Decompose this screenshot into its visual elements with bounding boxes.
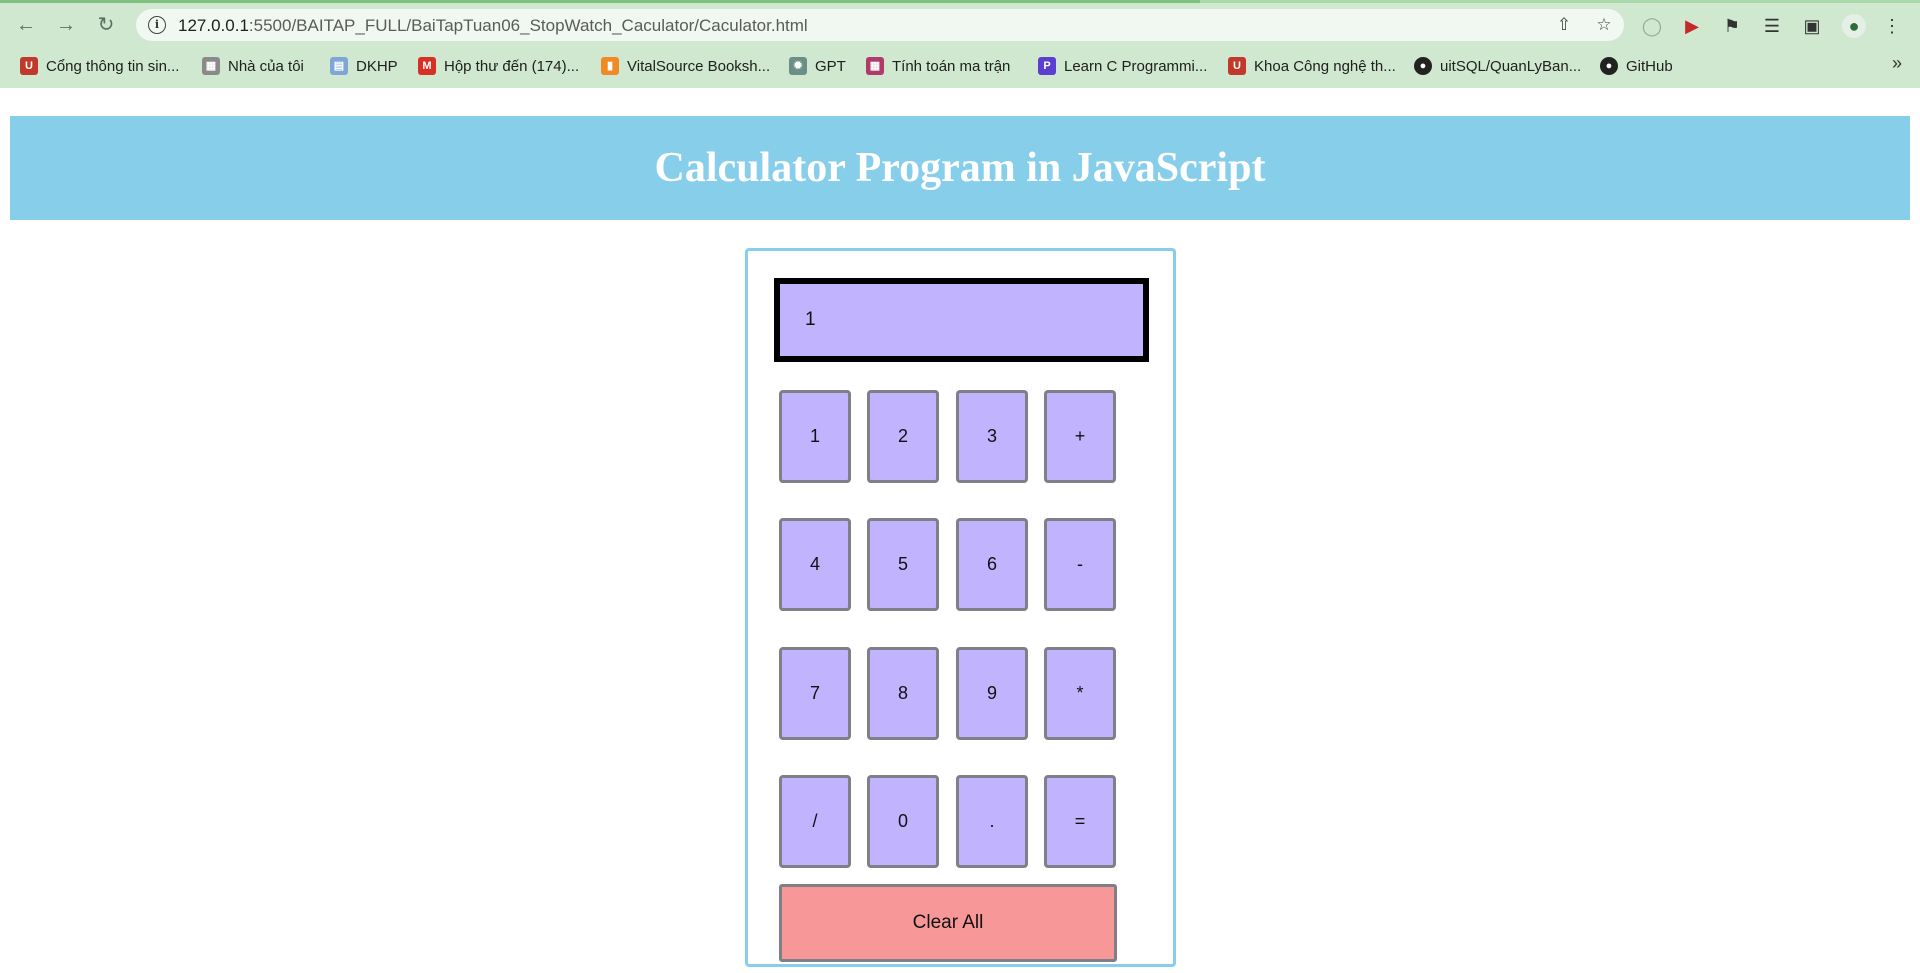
doc-icon: ▤ bbox=[330, 57, 348, 75]
clear-all-button[interactable]: Clear All bbox=[779, 884, 1117, 962]
bookmark-github[interactable]: ● GitHub bbox=[1600, 54, 1673, 78]
page-title: Calculator Program in JavaScript bbox=[654, 145, 1266, 191]
key-6[interactable]: 6 bbox=[956, 518, 1028, 611]
back-icon[interactable]: ← bbox=[12, 11, 40, 39]
key-minus[interactable]: - bbox=[1044, 518, 1116, 611]
side-panel-icon[interactable]: ▣ bbox=[1800, 14, 1824, 38]
key-0[interactable]: 0 bbox=[867, 775, 939, 868]
bookmark-tinh-toan-ma-tran[interactable]: ▦ Tính toán ma trận bbox=[866, 54, 1010, 78]
key-multiply[interactable]: * bbox=[1044, 647, 1116, 740]
tab-strip bbox=[0, 0, 1920, 3]
vitalsource-icon: ▮ bbox=[601, 57, 619, 75]
bookmark-label: DKHP bbox=[356, 57, 398, 75]
bookmark-star-icon[interactable]: ☆ bbox=[1594, 15, 1614, 35]
url-text[interactable]: 127.0.0.1:5500/BAITAP_FULL/BaiTapTuan06_… bbox=[178, 16, 808, 36]
extension-compass-icon[interactable]: ◯ bbox=[1640, 14, 1664, 38]
reload-icon[interactable]: ↻ bbox=[92, 11, 120, 39]
bookmark-dkhp[interactable]: ▤ DKHP bbox=[330, 54, 398, 78]
calculator-display[interactable]: 1 bbox=[774, 278, 1149, 362]
title-banner: Calculator Program in JavaScript bbox=[10, 116, 1910, 220]
bookmark-uitsql[interactable]: ● uitSQL/QuanLyBan... bbox=[1414, 54, 1581, 78]
bookmark-label: Khoa Công nghệ th... bbox=[1254, 57, 1396, 75]
bookmark-vitalsource[interactable]: ▮ VitalSource Booksh... bbox=[601, 54, 770, 78]
key-2[interactable]: 2 bbox=[867, 390, 939, 483]
extension-video-icon[interactable]: ▶ bbox=[1680, 14, 1704, 38]
bookmark-gmail[interactable]: M Hộp thư đến (174)... bbox=[418, 54, 579, 78]
key-1[interactable]: 1 bbox=[779, 390, 851, 483]
bookmark-label: VitalSource Booksh... bbox=[627, 57, 771, 75]
url-host: 127.0.0.1 bbox=[178, 16, 249, 35]
bookmark-label: GitHub bbox=[1626, 57, 1673, 75]
forward-icon[interactable]: → bbox=[52, 11, 80, 39]
uit-icon: U bbox=[1228, 57, 1246, 75]
extensions-puzzle-icon[interactable]: ⚑ bbox=[1720, 14, 1744, 38]
bookmark-label: Tính toán ma trận bbox=[892, 57, 1011, 75]
address-bar[interactable]: i 127.0.0.1:5500/BAITAP_FULL/BaiTapTuan0… bbox=[136, 9, 1624, 41]
bookmark-cong-thong-tin[interactable]: U Cổng thông tin sin... bbox=[20, 54, 179, 78]
bookmarks-overflow-icon[interactable]: » bbox=[1892, 53, 1902, 74]
key-8[interactable]: 8 bbox=[867, 647, 939, 740]
bookmark-gpt[interactable]: ✹ GPT bbox=[789, 54, 846, 78]
key-equals[interactable]: = bbox=[1044, 775, 1116, 868]
key-3[interactable]: 3 bbox=[956, 390, 1028, 483]
page-content: Calculator Program in JavaScript 1 1 2 3… bbox=[0, 88, 1920, 973]
bookmark-learn-c[interactable]: P Learn C Programmi... bbox=[1038, 54, 1207, 78]
bookmark-label: Cổng thông tin sin... bbox=[46, 57, 180, 75]
url-path: :5500/BAITAP_FULL/BaiTapTuan06_StopWatch… bbox=[248, 16, 808, 35]
key-plus[interactable]: + bbox=[1044, 390, 1116, 483]
page-icon: ▦ bbox=[202, 57, 220, 75]
browser-menu-icon[interactable]: ⋮ bbox=[1880, 14, 1904, 38]
key-7[interactable]: 7 bbox=[779, 647, 851, 740]
github-icon: ● bbox=[1600, 57, 1618, 75]
github-icon: ● bbox=[1414, 57, 1432, 75]
browser-toolbar: ← → ↻ i 127.0.0.1:5500/BAITAP_FULL/BaiTa… bbox=[0, 5, 1920, 45]
bookmarks-bar: U Cổng thông tin sin... ▦ Nhà của tôi ▤ DKH… bbox=[0, 51, 1920, 81]
openai-icon: ✹ bbox=[789, 57, 807, 75]
bookmark-nha-cua-toi[interactable]: ▦ Nhà của tôi bbox=[202, 54, 304, 78]
gmail-icon: M bbox=[418, 57, 436, 75]
calculator-panel: 1 1 2 3 + 4 5 6 - 7 8 9 * / 0 . = Clear … bbox=[745, 248, 1176, 967]
bookmark-label: uitSQL/QuanLyBan... bbox=[1440, 57, 1582, 75]
key-5[interactable]: 5 bbox=[867, 518, 939, 611]
uit-icon: U bbox=[20, 57, 38, 75]
active-tab-indicator bbox=[0, 0, 1200, 3]
profile-avatar-icon[interactable]: ● bbox=[1842, 14, 1866, 38]
bookmark-label: Learn C Programmi... bbox=[1064, 57, 1208, 75]
programiz-icon: P bbox=[1038, 57, 1056, 75]
bookmark-label: Hộp thư đến (174)... bbox=[444, 57, 580, 75]
key-4[interactable]: 4 bbox=[779, 518, 851, 611]
key-9[interactable]: 9 bbox=[956, 647, 1028, 740]
bookmark-label: GPT bbox=[815, 57, 846, 75]
media-queue-icon[interactable]: ☰ bbox=[1760, 14, 1784, 38]
browser-chrome: ← → ↻ i 127.0.0.1:5500/BAITAP_FULL/BaiTa… bbox=[0, 0, 1920, 88]
matrix-icon: ▦ bbox=[866, 57, 884, 75]
bookmark-label: Nhà của tôi bbox=[228, 57, 304, 75]
key-divide[interactable]: / bbox=[779, 775, 851, 868]
bookmark-khoa-cong-nghe[interactable]: U Khoa Công nghệ th... bbox=[1228, 54, 1396, 78]
share-icon[interactable]: ⇧ bbox=[1554, 15, 1574, 35]
key-decimal[interactable]: . bbox=[956, 775, 1028, 868]
site-info-icon[interactable]: i bbox=[148, 16, 166, 34]
